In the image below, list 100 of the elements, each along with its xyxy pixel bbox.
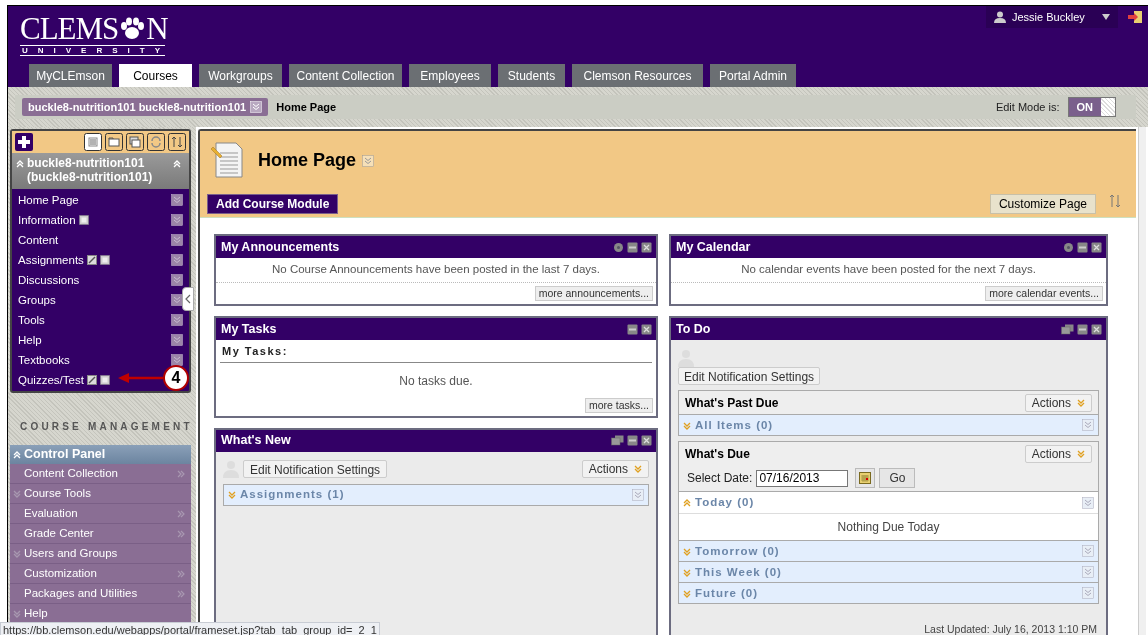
close-icon[interactable]: [641, 241, 652, 253]
customize-page-button[interactable]: Customize Page: [989, 194, 1096, 214]
actions-button[interactable]: Actions: [581, 459, 649, 478]
course-menu-link[interactable]: Textbooks: [18, 352, 70, 368]
menu-chevron-icon[interactable]: [171, 354, 183, 366]
windows-icon[interactable]: [126, 133, 144, 151]
close-icon[interactable]: [641, 435, 652, 447]
nav-tab[interactable]: Portal Admin: [710, 64, 796, 87]
course-menu-link[interactable]: Content: [18, 232, 59, 248]
notification-settings-button[interactable]: Edit Notification Settings: [678, 367, 821, 386]
user-menu[interactable]: Jessie Buckley: [986, 6, 1118, 28]
windows-icon[interactable]: [1061, 323, 1074, 335]
collapse-icon[interactable]: [16, 159, 24, 168]
control-panel-link[interactable]: Packages and Utilities: [24, 584, 177, 603]
settings-icon[interactable]: [613, 241, 624, 253]
chevron-right-icon[interactable]: [177, 569, 185, 578]
menu-chevron-icon[interactable]: [171, 334, 183, 346]
menu-chevron-icon[interactable]: [1082, 587, 1094, 600]
course-menu-link[interactable]: Assignments: [18, 252, 84, 268]
menu-chevron-icon[interactable]: [1082, 419, 1094, 432]
course-menu-link[interactable]: Discussions: [18, 272, 80, 288]
menu-chevron-icon[interactable]: [171, 234, 183, 246]
chevron-icon[interactable]: [250, 101, 263, 113]
expand-icon[interactable]: [13, 489, 21, 498]
course-menu-link[interactable]: Groups: [18, 292, 56, 308]
course-menu-link[interactable]: Information: [18, 212, 76, 228]
collapse-handle[interactable]: [182, 287, 194, 311]
control-panel-link[interactable]: Grade Center: [24, 524, 177, 543]
edit-mode-toggle[interactable]: ON: [1067, 97, 1116, 117]
reorder-icon[interactable]: [1108, 194, 1122, 208]
date-field[interactable]: 07/16/2013: [756, 469, 849, 487]
expand-icon[interactable]: [13, 609, 21, 618]
menu-chevron-icon[interactable]: [632, 488, 644, 501]
control-panel-link[interactable]: Content Collection: [24, 464, 177, 483]
last-updated: Last Updated: July 16, 2013 1:10 PM: [923, 622, 1098, 635]
module-message: No calendar events have been posted for the next 7 days.: [671, 258, 1106, 284]
scrollbar[interactable]: [1138, 127, 1146, 635]
course-menu-link[interactable]: Home Page: [18, 192, 79, 208]
menu-chevron-icon[interactable]: [171, 194, 183, 206]
settings-icon[interactable]: [1063, 241, 1074, 253]
expand-icon: [228, 490, 236, 500]
more-button[interactable]: more calendar events...: [985, 286, 1103, 302]
course-menu-link[interactable]: Quizzes/Test: [18, 372, 84, 388]
more-button[interactable]: more tasks...: [584, 397, 653, 413]
menu-chevron-icon[interactable]: [1082, 566, 1094, 579]
collapse-icon[interactable]: [13, 450, 21, 459]
control-panel-group[interactable]: Users and Groups: [24, 544, 185, 563]
menu-chevron-icon[interactable]: [171, 214, 183, 226]
chevron-right-icon[interactable]: [177, 469, 185, 478]
notification-settings-button[interactable]: Edit Notification Settings: [243, 459, 388, 478]
go-button[interactable]: Go: [879, 468, 916, 489]
expand-icon[interactable]: [13, 549, 21, 558]
nav-tab[interactable]: Workgroups: [199, 64, 282, 87]
refresh-icon[interactable]: [147, 133, 165, 151]
minimize-icon[interactable]: [627, 241, 638, 253]
menu-chevron-icon[interactable]: [171, 254, 183, 266]
menu-chevron-icon[interactable]: [1082, 545, 1094, 558]
control-panel-group[interactable]: Course Tools: [24, 484, 185, 503]
minimize-icon[interactable]: [1077, 323, 1088, 335]
control-panel-link[interactable]: Evaluation: [24, 504, 177, 523]
course-menu-link[interactable]: Help: [18, 332, 42, 348]
nav-tab[interactable]: Clemson Resources: [572, 64, 703, 87]
calendar-button[interactable]: [855, 468, 876, 489]
nav-tab[interactable]: Employees: [409, 64, 491, 87]
logout-icon[interactable]: [1128, 10, 1142, 24]
close-icon[interactable]: [641, 323, 652, 335]
section-label: This Week (0): [695, 564, 783, 580]
minimize-icon[interactable]: [627, 323, 638, 335]
menu-chevron-icon[interactable]: [1082, 496, 1094, 509]
course-menu-link[interactable]: Tools: [18, 312, 45, 328]
close-icon[interactable]: [1091, 241, 1102, 253]
minimize-icon[interactable]: [1077, 241, 1088, 253]
more-button[interactable]: more announcements...: [534, 286, 653, 302]
nav-tab[interactable]: Content Collection: [289, 64, 402, 87]
actions-button[interactable]: Actions: [1024, 393, 1092, 412]
chevron-right-icon[interactable]: [177, 529, 185, 538]
actions-button[interactable]: Actions: [1024, 444, 1092, 463]
sort-icon[interactable]: [168, 133, 186, 151]
folder-icon[interactable]: [105, 133, 123, 151]
windows-icon[interactable]: [611, 435, 624, 447]
menu-chevron-icon[interactable]: [171, 314, 183, 326]
paw-icon: [119, 17, 146, 41]
nav-tab[interactable]: MyCLEmson: [29, 64, 112, 87]
section-header[interactable]: Today (0): [679, 492, 1098, 515]
minimize-icon[interactable]: [627, 435, 638, 447]
control-panel-group[interactable]: Help: [24, 604, 185, 623]
list-view-icon[interactable]: [84, 133, 102, 151]
nav-tab[interactable]: Courses: [119, 64, 192, 87]
add-menu-item-icon[interactable]: [15, 133, 33, 151]
section-label: Assignments (1): [240, 487, 346, 503]
menu-chevron-icon[interactable]: [171, 274, 183, 286]
course-menu-button[interactable]: buckle8-nutrition101 buckle8-nutrition101: [22, 98, 269, 116]
add-course-module-button[interactable]: Add Course Module: [207, 194, 339, 214]
menu-chevron-icon[interactable]: [362, 154, 375, 167]
nav-tab[interactable]: Students: [498, 64, 565, 87]
close-icon[interactable]: [1091, 323, 1102, 335]
chevron-right-icon[interactable]: [177, 509, 185, 518]
collapse-icon[interactable]: [173, 159, 181, 168]
control-panel-link[interactable]: Customization: [24, 564, 177, 583]
chevron-right-icon[interactable]: [177, 589, 185, 598]
